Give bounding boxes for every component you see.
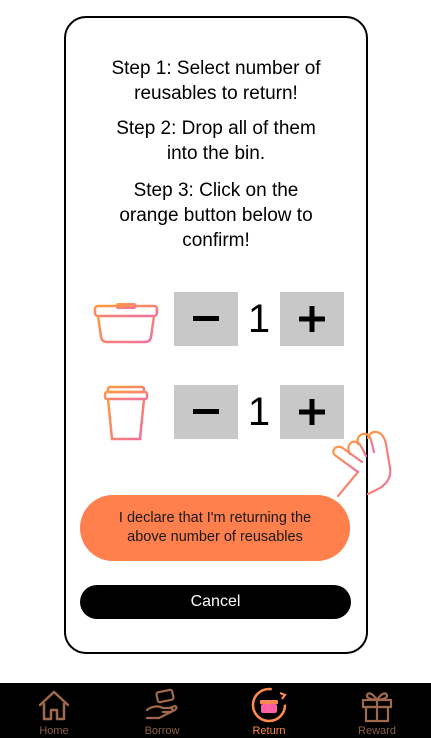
cup-icon: [103, 385, 149, 441]
plus-icon: [299, 306, 325, 332]
minus-icon: [193, 409, 219, 414]
tab-reward-label: Reward: [358, 725, 396, 737]
gift-icon: [361, 692, 393, 723]
container-quantity: 1: [247, 297, 271, 341]
borrow-icon: [145, 688, 178, 720]
pointing-hand-icon: [332, 430, 392, 498]
tab-home[interactable]: Home: [14, 683, 94, 738]
return-icon: [251, 687, 287, 723]
tab-borrow-label: Borrow: [144, 725, 180, 737]
container-counter: 1: [86, 292, 346, 348]
plus-icon: [299, 399, 325, 425]
container-increase-button[interactable]: [280, 292, 344, 346]
step-3-text: Step 3: Click on the orange button below…: [119, 180, 313, 251]
tab-return-label: Return: [252, 725, 286, 737]
tab-return[interactable]: Return: [229, 683, 309, 738]
bottom-tab-bar: Home Borrow Return Reward: [0, 683, 431, 738]
tab-home-label: Home: [39, 725, 69, 737]
container-icon: [93, 303, 159, 344]
cancel-button[interactable]: Cancel: [80, 585, 351, 619]
cup-counter: 1: [86, 385, 346, 441]
home-icon: [38, 690, 70, 721]
minus-icon: [193, 316, 219, 321]
container-decrease-button[interactable]: [174, 292, 238, 346]
cup-decrease-button[interactable]: [174, 385, 238, 439]
cup-quantity: 1: [247, 390, 271, 434]
declare-return-button[interactable]: I declare that I'm returning the above n…: [80, 495, 350, 561]
step-2-text: Step 2: Drop all of them into the bin.: [116, 118, 316, 164]
tab-reward[interactable]: Reward: [337, 683, 417, 738]
tab-borrow[interactable]: Borrow: [122, 683, 202, 738]
step-1-text: Step 1: Select number of reusables to re…: [111, 58, 321, 104]
